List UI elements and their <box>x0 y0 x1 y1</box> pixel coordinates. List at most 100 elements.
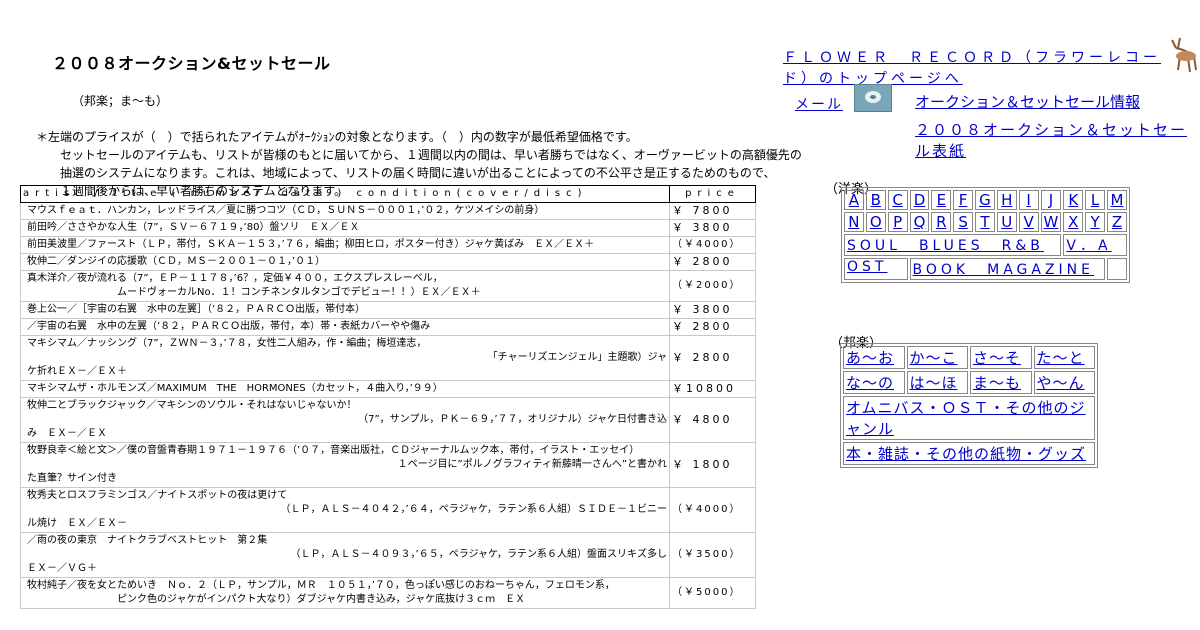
item-line: マキシマムザ・ホルモンズ／MAXIMUM THE HORMONES（カセット，４… <box>27 383 443 394</box>
auction-cover-link[interactable]: ２００８オークション＆セットセール表紙 <box>915 120 1195 162</box>
note-line: 抽選のシステムになります。これは、地域によって、リストの届く時間に違いが出ること… <box>60 166 776 180</box>
item-line: 巻上公一／［宇宙の右翼 水中の左翼］（’８２，ＰＡＲＣＯ出版，帯付本） <box>27 304 366 315</box>
va-cell: V．A <box>1063 234 1127 256</box>
letter-cell: S <box>953 212 973 232</box>
letters-row: NOPQRSTUVWXYZ <box>844 212 1127 232</box>
letter-cell: P <box>887 212 908 232</box>
item-cell: 真木洋介／夜が流れる（7”，ＥＰ－１１７８，’6？，定価￥４００，エクスプレスレ… <box>19 270 671 302</box>
letter-link[interactable]: P <box>893 213 902 231</box>
item-line: ケ折れＥＸ－／ＥＸ＋ <box>27 366 127 377</box>
kana-link[interactable]: や～ん <box>1037 374 1085 392</box>
kana-cell: た～と <box>1033 346 1095 369</box>
letter-cell: W <box>1040 212 1062 232</box>
kana-link[interactable]: か～こ <box>910 349 958 367</box>
kana-cell: か～こ <box>906 346 968 369</box>
omnibus-ost-other-link[interactable]: オムニバス・ＯＳＴ・その他のジャンル <box>846 399 1086 438</box>
table-row: マキシマム／ナッシング（7”，ＺＷＮ－３，’７８，女性二人組み，作・編曲；梅垣達… <box>19 335 756 381</box>
item-line: マウスｆｅａｔ．ハンカン，レッドライス／夏に勝つコツ（ＣＤ，ＳＵＮＳ－０００１，… <box>27 205 545 216</box>
letter-link[interactable]: S <box>958 213 968 231</box>
letter-link[interactable]: D <box>914 191 926 209</box>
letter-link[interactable]: K <box>1068 191 1078 209</box>
books-cell: 本・雑誌・その他の紙物・グッズ <box>843 442 1095 465</box>
kana-link[interactable]: は～ほ <box>910 374 958 392</box>
book-cell: BOOK MAGAZINE <box>909 258 1105 280</box>
letter-link[interactable]: G <box>979 191 991 209</box>
item-cell: 牧野良幸＜絵と文＞／僕の音盤青春期１９７１－１９７６（’０７，音楽出版社，ＣＤジ… <box>19 442 671 488</box>
va-link[interactable]: V．A <box>1066 238 1111 254</box>
item-cell: 牧秀夫とロスフラミンゴス／ナイトスポットの夜は更けて （ＬＰ，ＡＬＳ－４０４２，’… <box>19 487 671 533</box>
letter-cell: Q <box>909 212 930 232</box>
kana-link[interactable]: ま～も <box>973 374 1021 392</box>
letter-link[interactable]: F <box>959 191 968 209</box>
price-cell: ￥ 1800 <box>669 442 756 488</box>
letter-cell: B <box>865 190 886 210</box>
auction-info-link[interactable]: オークション＆セットセール情報 <box>915 91 1140 112</box>
price-cell: （￥4000） <box>669 236 756 254</box>
item-line: ／宇宙の右翼 水中の左翼（’８２，ＰＡＲＣＯ出版，帯付，本）帯・表紙カバーやや傷… <box>27 321 431 332</box>
item-line: ピンク色のジャケがインパクト大なり）ダブジャケ内書き込み，ジャケ底抜け３ｃｍ Ｅ… <box>117 594 526 605</box>
kana-cell: は～ほ <box>906 371 968 394</box>
deer-figure-icon <box>1171 37 1197 73</box>
letter-link[interactable]: E <box>937 191 946 209</box>
letter-link[interactable]: C <box>892 191 902 209</box>
page-subtitle: （邦楽；ま～も） <box>72 94 169 108</box>
item-line: 牧秀夫とロスフラミンゴス／ナイトスポットの夜は更けて <box>27 490 288 501</box>
letter-link[interactable]: V <box>1023 213 1033 231</box>
kana-link[interactable]: あ～お <box>846 349 894 367</box>
letter-link[interactable]: W <box>1044 213 1059 231</box>
letter-link[interactable]: Y <box>1091 213 1100 231</box>
letter-link[interactable]: X <box>1068 213 1078 231</box>
letter-link[interactable]: H <box>1001 191 1012 209</box>
price-cell: ￥ 4800 <box>669 397 756 443</box>
table-row: ／雨の夜の東京 ナイトクラブベストヒット 第２集 （ＬＰ，ＡＬＳ－４０９３，’６５… <box>19 532 756 578</box>
mail-link[interactable]: メール <box>795 94 843 114</box>
letter-link[interactable]: M <box>1111 191 1124 209</box>
letter-cell: J <box>1040 190 1062 210</box>
item-cell: 前田美波里／ファースト（ＬＰ，帯付，ＳＫＡ－１５３，’７６，編曲；柳田ヒロ，ポス… <box>19 236 671 254</box>
omnibus-cell: オムニバス・ＯＳＴ・その他のジャンル <box>843 396 1095 440</box>
letter-link[interactable]: U <box>1001 213 1012 231</box>
item-line: み ＥＸ－／ＥＸ <box>27 428 107 439</box>
letter-cell: R <box>931 212 952 232</box>
soul-cell: SOUL BLUES R&B <box>844 234 1062 256</box>
item-line: 前田美波里／ファースト（ＬＰ，帯付，ＳＫＡ－１５３，’７６，編曲；柳田ヒロ，ポス… <box>27 239 595 250</box>
letter-cell: U <box>996 212 1017 232</box>
letter-link[interactable]: R <box>936 213 946 231</box>
flower-record-top-link[interactable]: ＦＬＯＷＥＲ ＲＥＣＯＲＤ（フラワーレコード）のトップページへ <box>783 48 1173 90</box>
kana-cell: さ～そ <box>970 346 1032 369</box>
kana-link[interactable]: た～と <box>1037 349 1085 367</box>
letter-cell: Z <box>1106 212 1127 232</box>
book-magazine-link[interactable]: BOOK MAGAZINE <box>913 262 1094 278</box>
item-line: ル焼け ＥＸ／ＥＸ－ <box>27 518 127 529</box>
kana-cell: あ～お <box>843 346 905 369</box>
mail-envelope-icon <box>865 91 881 103</box>
kana-link[interactable]: な～の <box>846 374 894 392</box>
letter-link[interactable]: O <box>870 213 882 231</box>
table-header-row: artist / title ( number date ) condition… <box>19 185 756 203</box>
books-goods-link[interactable]: 本・雑誌・その他の紙物・グッズ <box>846 445 1086 463</box>
item-cell: 牧村純子／夜を女とためいき Ｎｏ．２（ＬＰ，サンプル，ＭＲ １０５１，’７０，色… <box>19 577 671 609</box>
item-line: 前田吟／ささやかな人生（7”，ＳＶ－６７１９，’80）盤ソリ ＥＸ／ＥＸ <box>27 222 360 233</box>
table-row: ／宇宙の右翼 水中の左翼（’８２，ＰＡＲＣＯ出版，帯付，本）帯・表紙カバーやや傷… <box>19 318 756 336</box>
table-row: マウスｆｅａｔ．ハンカン，レッドライス／夏に勝つコツ（ＣＤ，ＳＵＮＳ－０００１，… <box>19 202 756 220</box>
soul-blues-rb-link[interactable]: SOUL BLUES R&B <box>847 238 1044 254</box>
letter-cell: A <box>844 190 864 210</box>
item-line: ＥＸ－／ＶＧ＋ <box>27 563 97 574</box>
price-cell: ￥ 2800 <box>669 253 756 271</box>
ost-link[interactable]: OST <box>847 259 887 275</box>
letter-link[interactable]: L <box>1091 191 1099 209</box>
price-cell: ￥ 7800 <box>669 202 756 220</box>
item-line: （7”，サンプル，ＰＫ－６９，’７７，オリジナル）ジャケ日付書き込 <box>358 414 668 425</box>
letter-link[interactable]: I <box>1026 191 1030 209</box>
item-line: （ＬＰ，ＡＬＳ－４０９３，’６５，ペラジャケ，ラテン系６人組）盤面スリキズ多し <box>290 549 668 560</box>
letter-cell: D <box>909 190 930 210</box>
mail-icon[interactable] <box>854 84 892 112</box>
letter-link[interactable]: B <box>871 191 881 209</box>
letter-link[interactable]: Q <box>914 213 926 231</box>
letter-link[interactable]: T <box>980 213 989 231</box>
letter-link[interactable]: J <box>1049 191 1053 209</box>
letter-link[interactable]: Z <box>1112 213 1122 231</box>
letter-link[interactable]: N <box>848 213 859 231</box>
letter-link[interactable]: A <box>849 191 859 209</box>
kana-link[interactable]: さ～そ <box>973 349 1021 367</box>
